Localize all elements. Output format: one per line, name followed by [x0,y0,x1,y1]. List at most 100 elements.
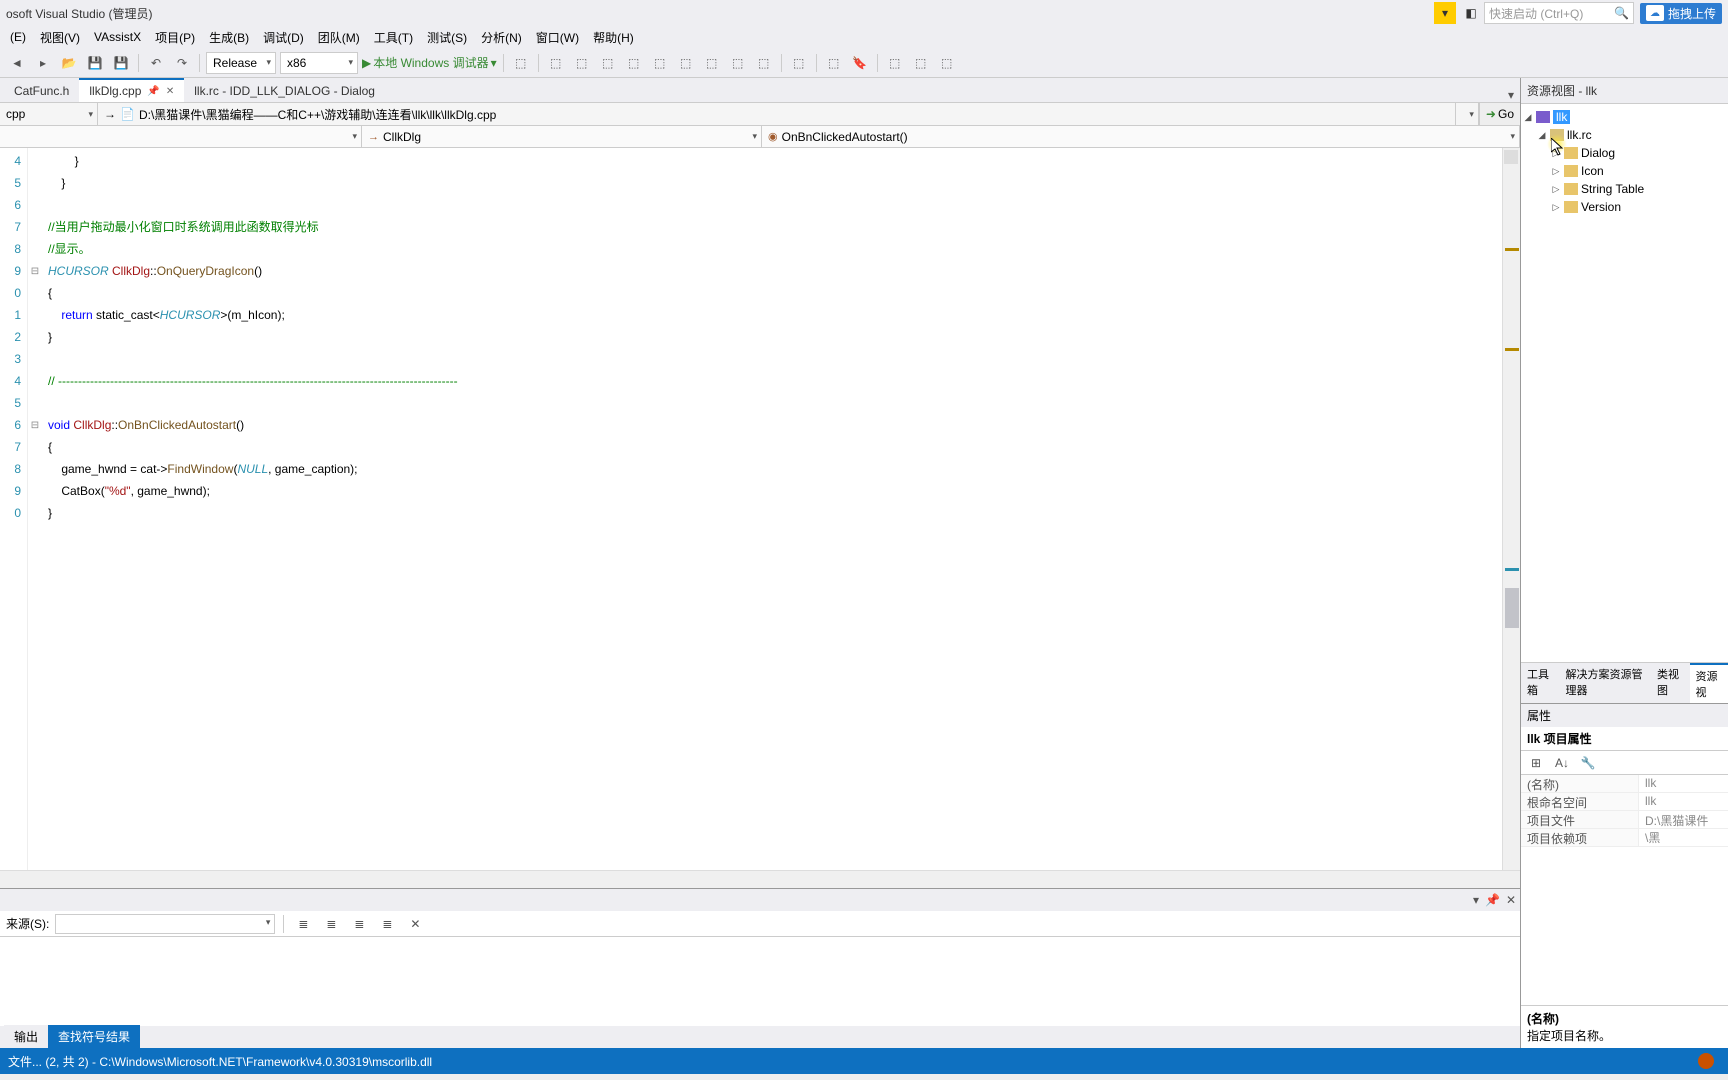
path-history-combo[interactable] [1455,103,1479,125]
output-tabs: 输出 查找符号结果 [0,1026,1520,1048]
expand-icon[interactable]: ▷ [1551,166,1561,177]
redo-icon[interactable]: ↷ [171,52,193,74]
scope-class-combo[interactable]: →CllkDlg [362,126,762,147]
menu-help[interactable]: 帮助(H) [587,27,640,48]
status-indicator-icon [1698,1053,1714,1069]
tree-dialog[interactable]: Dialog [1581,146,1615,160]
output-tool-1[interactable]: ≣ [292,913,314,935]
folder-icon [1564,201,1578,213]
undo-icon[interactable]: ↶ [145,52,167,74]
menu-project[interactable]: 项目(P) [149,27,201,48]
menu-debug[interactable]: 调试(D) [257,27,310,48]
menu-view[interactable]: 视图(V) [34,27,86,48]
pin-icon[interactable]: 📌 [147,86,159,97]
tab-dropdown-icon[interactable]: ▾ [1502,88,1520,102]
notify-flag-icon[interactable]: ▾ [1434,2,1456,24]
output-clear-icon[interactable]: ✕ [404,913,426,935]
menubar: (E) 视图(V) VAssistX 项目(P) 生成(B) 调试(D) 团队(… [0,26,1728,48]
code-editor[interactable]: 456 789 012 345 678 90 ⊟ ⊟ } } //当用户拖动最小… [0,148,1520,870]
tree-root[interactable]: llk [1553,110,1570,124]
menu-edit[interactable]: (E) [4,28,32,46]
tree-version[interactable]: Version [1581,200,1621,214]
nav-scope-combo[interactable]: cpp [0,103,98,125]
properties-grid[interactable]: (名称)llk 根命名空间llk 项目文件D:\黑猫课件\黑 项目依赖项 [1521,775,1728,1005]
resource-tree[interactable]: ◢ llk ◢ llk.rc ▷ Dialog ▷ Icon ▷ [1521,104,1728,662]
close-icon[interactable]: ✕ [166,86,174,97]
save-icon[interactable]: 💾 [84,52,106,74]
tool-icon-4[interactable]: ⬚ [597,52,619,74]
scope-project-combo[interactable] [0,126,362,147]
code-body[interactable]: } } //当用户拖动最小化窗口时系统调用此函数取得光标 //显示。 HCURS… [42,148,1502,870]
tab-toolbox[interactable]: 工具箱 [1521,663,1560,703]
new-file-icon[interactable]: ▸ [32,52,54,74]
bookmark-icon[interactable]: 🔖 [849,52,871,74]
categorize-icon[interactable]: ⊞ [1525,752,1547,774]
scroll-thumb[interactable] [1505,588,1519,628]
scope-bar: →CllkDlg ◉OnBnClickedAutostart() [0,126,1520,148]
split-handle[interactable] [1504,150,1518,164]
tab-llkrc[interactable]: llk.rc - IDD_LLK_DIALOG - Dialog [184,80,385,102]
tool-icon-3[interactable]: ⬚ [571,52,593,74]
start-debug-button[interactable]: ▶ 本地 Windows 调试器 ▾ [362,54,497,71]
output-tool-2[interactable]: ≣ [320,913,342,935]
menu-vassistx[interactable]: VAssistX [88,28,147,46]
tool-icon-11[interactable]: ⬚ [788,52,810,74]
menu-build[interactable]: 生成(B) [203,27,255,48]
tab-class-view[interactable]: 类视图 [1651,663,1690,703]
expand-icon[interactable]: ◢ [1523,112,1533,123]
alpha-sort-icon[interactable]: A↓ [1551,752,1573,774]
expand-icon[interactable]: ▷ [1551,184,1561,195]
tab-solution-explorer[interactable]: 解决方案资源管理器 [1560,663,1652,703]
tree-string-table[interactable]: String Table [1581,182,1644,196]
close-icon[interactable]: ✕ [1506,893,1516,907]
quick-launch-input[interactable]: 快速启动 (Ctrl+Q) 🔍 [1484,2,1634,24]
nav-back-icon[interactable]: ◄ [6,52,28,74]
tool-icon-2[interactable]: ⬚ [545,52,567,74]
tool-icon-13[interactable]: ⬚ [884,52,906,74]
menu-test[interactable]: 测试(S) [421,27,473,48]
config-combo[interactable]: Release [206,52,276,74]
expand-icon[interactable]: ◢ [1537,130,1547,141]
tab-catfunc[interactable]: CatFunc.h [4,80,79,102]
tool-icon-9[interactable]: ⬚ [727,52,749,74]
tool-icon-12[interactable]: ⬚ [823,52,845,74]
output-body[interactable] [0,937,1520,1026]
tool-icon-10[interactable]: ⬚ [753,52,775,74]
tab-resource-view[interactable]: 资源视 [1690,663,1728,703]
tool-icon-15[interactable]: ⬚ [936,52,958,74]
fold-column[interactable]: ⊟ ⊟ [28,148,42,870]
expand-icon[interactable]: ▷ [1551,202,1561,213]
open-icon[interactable]: 📂 [58,52,80,74]
vertical-scrollbar[interactable] [1502,148,1520,870]
tab-output[interactable]: 输出 [4,1025,48,1048]
tool-icon-14[interactable]: ⬚ [910,52,932,74]
properties-subtitle: llk 项目属性 [1521,727,1728,751]
tool-icon-1[interactable]: ⬚ [510,52,532,74]
project-icon [1536,111,1550,123]
cloud-upload-button[interactable]: ☁ 拖拽上传 [1640,3,1722,24]
output-tool-3[interactable]: ≣ [348,913,370,935]
platform-combo[interactable]: x86 [280,52,358,74]
panel-dropdown-icon[interactable]: ▾ [1473,893,1479,907]
save-all-icon[interactable]: 💾 [110,52,132,74]
output-tool-4[interactable]: ≣ [376,913,398,935]
wrench-icon[interactable]: 🔧 [1577,752,1599,774]
menu-analyze[interactable]: 分析(N) [475,27,528,48]
menu-team[interactable]: 团队(M) [312,27,366,48]
tool-icon-7[interactable]: ⬚ [675,52,697,74]
tab-llkdlg[interactable]: llkDlg.cpp📌✕ [79,78,184,102]
menu-tools[interactable]: 工具(T) [368,27,419,48]
tool-icon-8[interactable]: ⬚ [701,52,723,74]
output-source-combo[interactable] [55,914,275,934]
tree-icon-folder[interactable]: Icon [1581,164,1604,178]
feedback-icon[interactable]: ◧ [1460,2,1482,24]
tree-rc[interactable]: llk.rc [1567,128,1592,142]
tab-find-symbol[interactable]: 查找符号结果 [48,1025,140,1048]
go-button[interactable]: ➜Go [1479,103,1520,125]
horizontal-scrollbar[interactable] [0,870,1520,888]
pin-icon[interactable]: 📌 [1485,893,1500,907]
tool-icon-5[interactable]: ⬚ [623,52,645,74]
tool-icon-6[interactable]: ⬚ [649,52,671,74]
menu-window[interactable]: 窗口(W) [530,27,585,48]
scope-method-combo[interactable]: ◉OnBnClickedAutostart() [762,126,1520,147]
